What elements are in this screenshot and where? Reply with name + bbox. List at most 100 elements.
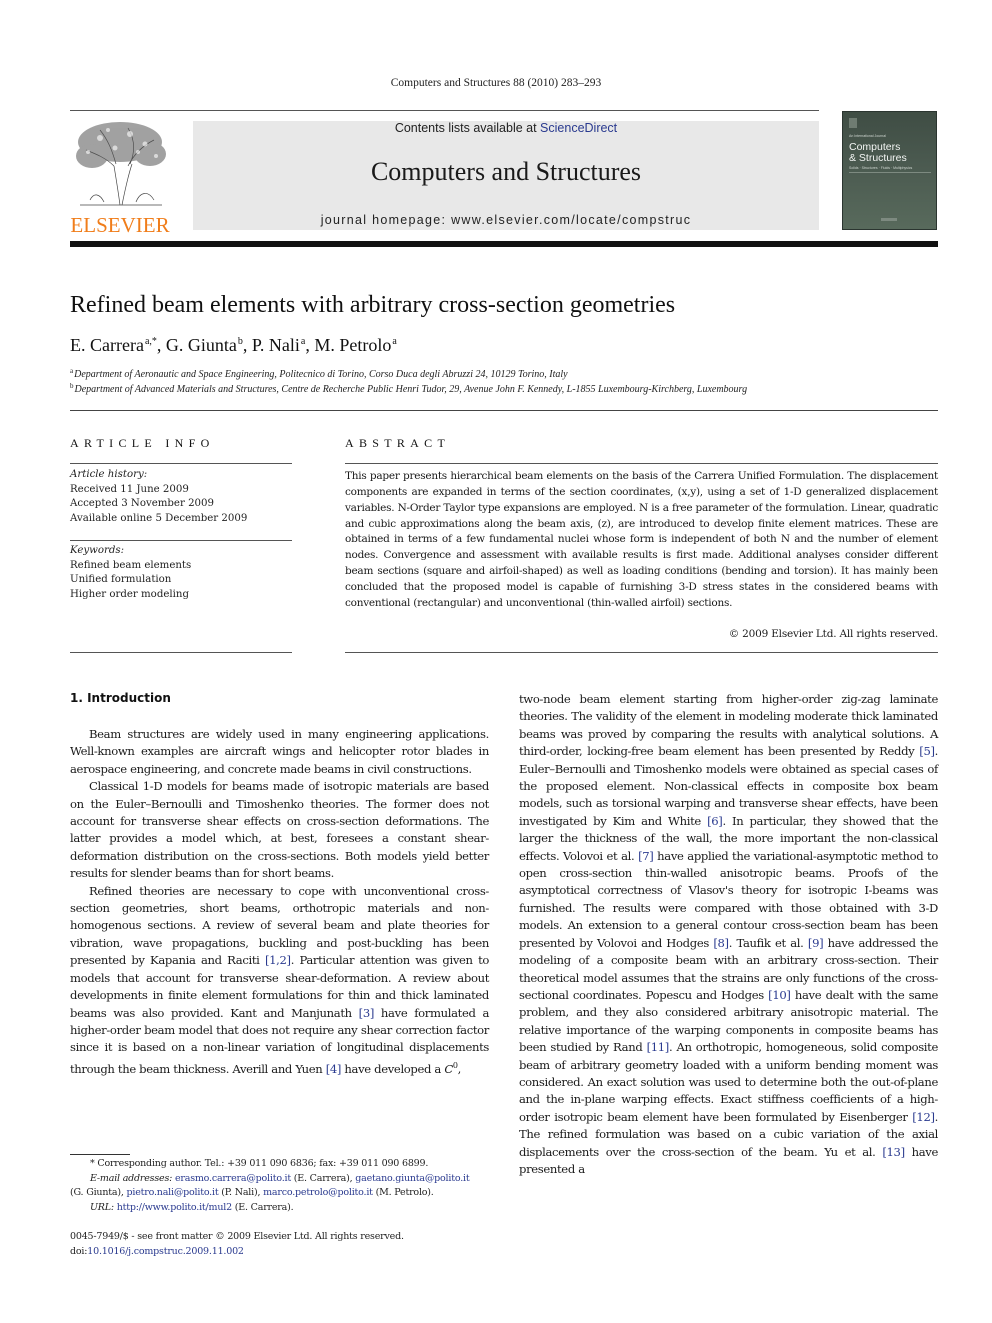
- article-info-heading: ARTICLE INFO: [70, 436, 215, 450]
- citation-link[interactable]: [6]: [707, 814, 723, 828]
- front-matter: 0045-7949/$ - see front matter © 2009 El…: [70, 1230, 500, 1259]
- history-accepted: Accepted 3 November 2009: [70, 498, 214, 509]
- cover-divider: [849, 172, 931, 173]
- affiliation-key: a: [70, 367, 74, 375]
- citation-link[interactable]: [7]: [638, 849, 654, 863]
- url-note: URL: http://www.polito.it/mul2 (E. Carre…: [70, 1201, 500, 1216]
- email-link[interactable]: gaetano.giunta@polito.it: [355, 1173, 469, 1184]
- running-head: Computers and Structures 88 (2010) 283–2…: [390, 77, 602, 89]
- citation-link[interactable]: [8]: [713, 936, 729, 950]
- email-owner: (G. Giunta),: [70, 1187, 127, 1198]
- section-rule: [70, 410, 938, 411]
- cover-title-line2: & Structures: [849, 152, 907, 164]
- cover-title: Computers & Structures: [849, 142, 907, 164]
- history-online: Available online 5 December 2009: [70, 512, 248, 524]
- citation-link[interactable]: [3]: [359, 1006, 375, 1020]
- abstract-body: This paper presents hierarchical beam el…: [345, 470, 938, 609]
- author-affil-marker[interactable]: a,*: [145, 336, 157, 347]
- author-list: E. Carreraa,*, G. Giuntab, P. Nalia, M. …: [70, 335, 397, 355]
- journal-banner: Contents lists available at ScienceDirec…: [193, 121, 819, 230]
- paragraph-text: Beam structures are widely used in many …: [70, 727, 489, 776]
- author-name[interactable]: G. Giunta: [166, 335, 237, 355]
- paragraph-text: ,: [457, 1061, 462, 1076]
- email-owner: (P. Nali),: [218, 1187, 264, 1198]
- author-name[interactable]: P. Nali: [252, 335, 300, 355]
- email-link[interactable]: pietro.nali@polito.it: [127, 1187, 219, 1198]
- affiliation-key: b: [70, 382, 74, 390]
- journal-cover-thumbnail[interactable]: An International Journal Computers & Stru…: [842, 111, 937, 230]
- history-received: Received 11 June 2009: [70, 483, 189, 495]
- body-column-left: Beam structures are widely used in many …: [70, 726, 489, 1078]
- abstract-rule: [345, 652, 938, 653]
- footnote-rule: [70, 1154, 130, 1155]
- article-title: Refined beam elements with arbitrary cro…: [70, 292, 676, 318]
- affiliation-b: bDepartment of Advanced Materials and St…: [70, 382, 747, 395]
- author-name[interactable]: E. Carrera: [70, 335, 144, 355]
- abstract-copyright: © 2009 Elsevier Ltd. All rights reserved…: [728, 628, 938, 640]
- citation-link[interactable]: [4]: [326, 1062, 342, 1076]
- elsevier-wordmark: ELSEVIER: [70, 213, 170, 237]
- doi-link[interactable]: 10.1016/j.compstruc.2009.11.002: [87, 1246, 244, 1257]
- paragraph: Beam structures are widely used in many …: [70, 726, 489, 778]
- footnotes: * Corresponding author. Tel.: +39 011 09…: [70, 1157, 500, 1215]
- paragraph: Refined theories are necessary to cope w…: [70, 883, 489, 1078]
- citation-link[interactable]: [13]: [882, 1145, 905, 1159]
- history-label: Article history:: [70, 469, 148, 480]
- doi-prefix: doi:: [70, 1245, 88, 1257]
- abstract-rule: [345, 463, 938, 464]
- journal-name: Computers and Structures: [370, 157, 642, 186]
- email-label: E-mail addresses:: [90, 1172, 173, 1184]
- info-rule: [70, 540, 292, 541]
- math-c: C: [444, 1061, 453, 1076]
- keyword-item: Higher order modeling: [70, 588, 189, 600]
- paragraph-text: have applied the variational-asymptotic …: [519, 848, 938, 950]
- author-name[interactable]: M. Petrolo: [314, 335, 391, 355]
- citation-link[interactable]: [11]: [647, 1040, 670, 1054]
- affiliation-text: Department of Advanced Materials and Str…: [74, 384, 748, 395]
- author-affil-marker[interactable]: b: [238, 336, 243, 347]
- keywords-label: Keywords:: [70, 545, 125, 556]
- header-rule: [70, 110, 819, 111]
- info-rule: [70, 463, 292, 464]
- citation-link[interactable]: [10]: [768, 988, 791, 1002]
- affiliation-text: Department of Aeronautic and Space Engin…: [74, 369, 568, 380]
- url-owner: (E. Carrera).: [231, 1201, 294, 1213]
- citation-link[interactable]: [5]: [919, 744, 935, 758]
- email-link[interactable]: erasmo.carrera@polito.it: [175, 1173, 291, 1184]
- doi-line: doi:10.1016/j.compstruc.2009.11.002: [70, 1245, 500, 1260]
- author-affil-marker[interactable]: a: [392, 336, 396, 347]
- elsevier-logo[interactable]: ELSEVIER: [70, 120, 170, 236]
- keyword-item: Unified formulation: [70, 574, 172, 585]
- paragraph-text: Classical 1-D models for beams made of i…: [70, 779, 489, 881]
- citation-link[interactable]: [1,2]: [265, 953, 291, 967]
- paragraph: two-node beam element starting from high…: [519, 691, 938, 1178]
- author-affil-marker[interactable]: a: [301, 336, 305, 347]
- email-owner: (E. Carrera),: [290, 1172, 356, 1184]
- cover-emblem-icon: [849, 118, 857, 128]
- paragraph-text: . Taufik et al.: [728, 935, 808, 950]
- citation-link[interactable]: [9]: [808, 936, 824, 950]
- info-rule: [70, 652, 292, 653]
- paragraph-text: two-node beam element starting from high…: [519, 692, 938, 759]
- affiliation-a: aDepartment of Aeronautic and Space Engi…: [70, 367, 568, 380]
- abstract-heading: ABSTRACT: [345, 436, 451, 450]
- url-label: URL:: [90, 1201, 114, 1213]
- cover-subtitle: Solids · Structures · Fluids · Multiphys…: [849, 166, 913, 170]
- cover-publisher-mark: [881, 218, 897, 221]
- journal-homepage[interactable]: journal homepage: www.elsevier.com/locat…: [193, 213, 819, 227]
- paragraph: Classical 1-D models for beams made of i…: [70, 778, 489, 882]
- contents-line: Contents lists available at ScienceDirec…: [193, 121, 819, 135]
- keyword-item: Refined beam elements: [70, 559, 192, 571]
- article-history: Article history: Received 11 June 2009 A…: [70, 468, 292, 526]
- citation-link[interactable]: [12]: [912, 1110, 935, 1124]
- section-heading: 1. Introduction: [70, 691, 171, 705]
- issn-line: 0045-7949/$ - see front matter © 2009 El…: [70, 1231, 404, 1242]
- email-link[interactable]: marco.petrolo@polito.it: [263, 1187, 373, 1198]
- url-link[interactable]: http://www.polito.it/mul2: [117, 1202, 232, 1213]
- paragraph-text: have developed a: [341, 1061, 445, 1076]
- email-owner: (M. Petrolo).: [372, 1187, 434, 1198]
- email-note: E-mail addresses: erasmo.carrera@polito.…: [70, 1172, 500, 1201]
- keywords: Keywords: Refined beam elements Unified …: [70, 544, 292, 602]
- sciencedirect-link[interactable]: ScienceDirect: [540, 121, 617, 135]
- contents-prefix: Contents lists available at: [394, 121, 541, 135]
